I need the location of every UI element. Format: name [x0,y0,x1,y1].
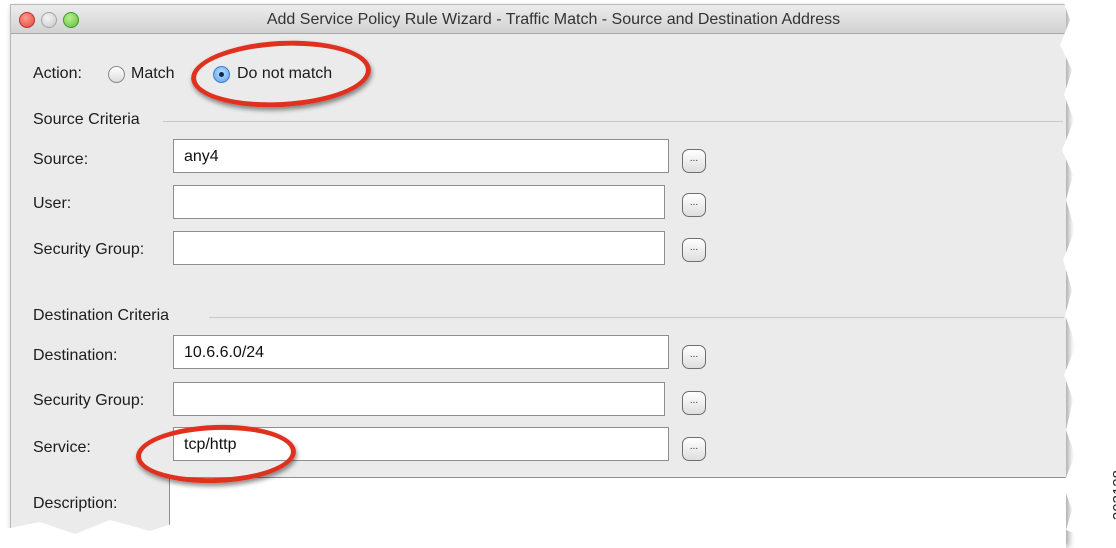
figure-number: 303128 [1110,470,1116,521]
torn-edge-mask [0,0,1116,548]
